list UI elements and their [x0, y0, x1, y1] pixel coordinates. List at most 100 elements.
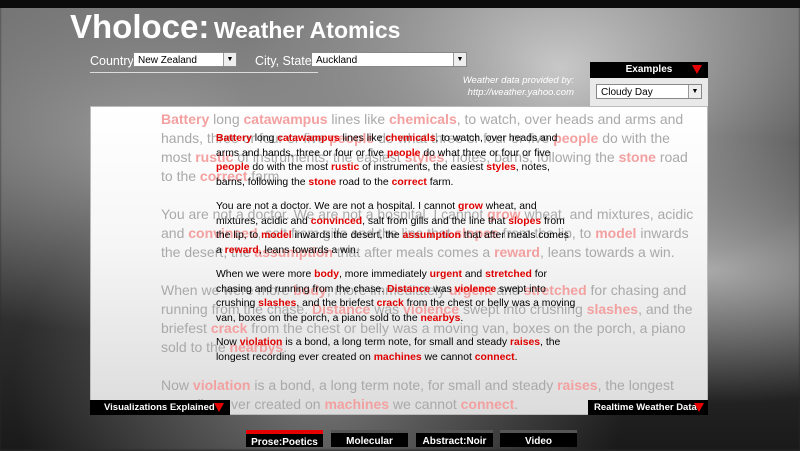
poem-text: , more immediately [339, 269, 430, 280]
visualizations-explained-bar[interactable]: Visualizations Explained [90, 400, 230, 415]
poem-keyword: Battery [216, 133, 252, 144]
poem-keyword: model [261, 230, 292, 241]
poem-keyword: people [216, 162, 250, 173]
city-select[interactable]: Auckland ▼ [311, 52, 467, 67]
tab-video[interactable]: Video [500, 430, 577, 447]
poem-stanza: Now violation is a bond, a long term not… [216, 336, 576, 365]
poem-keyword: chemicals [385, 133, 436, 144]
ghost-keyword: machines [324, 396, 390, 412]
poem-keyword: urgent [429, 269, 462, 280]
poem-keyword: connect [474, 351, 515, 363]
red-triangle-icon[interactable] [214, 403, 224, 412]
ghost-text: Now [161, 377, 193, 393]
poem-text: is a bond, a long term note, for small a… [282, 337, 510, 348]
poem-keyword: assumption [402, 230, 461, 241]
title-main: Vholoce: [70, 8, 210, 45]
ghost-keyword: stone [618, 149, 656, 165]
realtime-weather-label: Realtime Weather Data [594, 402, 697, 413]
poem-text: Battery long catawampus lines like chemi… [216, 132, 576, 375]
ghost-text: . [514, 396, 519, 412]
ghost-text: long [209, 111, 244, 127]
poem-keyword: Distance [386, 283, 431, 295]
poem-text: inwards the desert, the [291, 230, 403, 241]
ghost-text: we cannot [389, 396, 461, 412]
poetics-panel: Battery long catawampus lines like chemi… [90, 106, 708, 415]
poem-text: . [514, 351, 518, 363]
poem-text: do with the most [249, 162, 331, 173]
country-label: Country: [90, 54, 138, 68]
city-label: City, State: [255, 54, 316, 68]
chevron-down-icon[interactable]: ▼ [688, 85, 701, 98]
poem-keyword: violence [454, 283, 497, 295]
poem-keyword: crack [376, 298, 404, 309]
poem-text: , and the briefest [296, 298, 377, 309]
poem-keyword: nearbys [420, 312, 461, 324]
red-triangle-icon[interactable] [694, 403, 704, 412]
poem-text: road to the [336, 176, 392, 188]
poem-keyword: violation [239, 337, 283, 348]
location-divider [90, 72, 318, 73]
poem-text: , leans towards a win. [258, 244, 359, 256]
ghost-text: lines like [327, 111, 390, 127]
tab-prose-poetics[interactable]: Prose:Poetics [246, 430, 323, 448]
poem-keyword: machines [373, 351, 422, 363]
poem-text: long [251, 133, 278, 144]
poem-text: Now [216, 337, 240, 348]
tab-molecular[interactable]: Molecular [331, 430, 408, 447]
poem-keyword: slashes [258, 298, 297, 309]
poem-keyword: body [314, 269, 339, 280]
poem-keyword: rustic [330, 162, 360, 173]
chevron-down-icon[interactable]: ▼ [453, 53, 466, 66]
country-value: New Zealand [138, 55, 197, 66]
ghost-keyword: connect [460, 396, 515, 412]
poem-text: and [461, 269, 486, 280]
top-strip [0, 0, 800, 8]
ghost-keyword: violation [192, 377, 251, 393]
examples-title: Examples [625, 64, 673, 75]
red-triangle-icon[interactable] [692, 65, 702, 74]
examples-value: Cloudy Day [601, 87, 653, 98]
tab-abstract-noir[interactable]: Abstract:Noir [416, 430, 493, 447]
poem-keyword: correct [391, 176, 427, 188]
ghost-text: is a bond, a long term note, for small a… [250, 377, 558, 393]
poem-text: farm. [426, 176, 454, 188]
weather-credit: Weather data provided by: http://weather… [414, 75, 574, 99]
poem-keyword: stone [308, 176, 337, 188]
poem-text: , salt from gills and the line that [362, 215, 509, 227]
poem-keyword: grow [458, 201, 483, 212]
poem-text: . [460, 312, 464, 324]
city-value: Auckland [316, 55, 358, 66]
ghost-keyword: raises [557, 377, 598, 393]
poem-keyword: styles [486, 162, 516, 173]
examples-select[interactable]: Cloudy Day ▼ [596, 84, 702, 99]
poem-stanza: Battery long catawampus lines like chemi… [216, 132, 576, 190]
poem-text: of instruments, the easiest [359, 162, 487, 173]
credit-line1: Weather data provided by: [462, 75, 574, 86]
ghost-keyword: slashes [586, 301, 639, 317]
poem-keyword: raises [510, 337, 541, 348]
poem-keyword: slopes [508, 215, 542, 227]
poem-text: When we were more [216, 269, 315, 280]
ghost-keyword: chemicals [389, 111, 457, 127]
poem-keyword: catawampus [277, 133, 340, 144]
poem-text: You are not a doctor. We are not a hospi… [216, 201, 459, 212]
examples-header[interactable]: Examples [590, 62, 708, 78]
poem-text: do what three or four or five [420, 147, 551, 159]
examples-panel: Examples Cloudy Day ▼ [590, 62, 708, 106]
ghost-keyword: model [595, 225, 637, 241]
credit-link[interactable]: http://weather.yahoo.com [414, 87, 574, 99]
poem-stanza: When we were more body, more immediately… [216, 268, 576, 326]
poem-stanza: You are not a doctor. We are not a hospi… [216, 200, 576, 258]
poem-keyword: convinced [310, 215, 363, 227]
ghost-keyword: catawampus [243, 111, 328, 127]
country-select[interactable]: New Zealand ▼ [133, 52, 237, 67]
poem-text: was [430, 283, 455, 295]
ghost-keyword: Battery [161, 111, 210, 127]
poem-text: we cannot [421, 351, 475, 363]
title-sub: Weather Atomics [213, 17, 401, 43]
realtime-weather-bar[interactable]: Realtime Weather Data [588, 400, 708, 415]
poem-text: lines like [339, 133, 386, 144]
poem-keyword: stretched [485, 269, 532, 280]
chevron-down-icon[interactable]: ▼ [223, 53, 236, 66]
poem-keyword: reward [224, 244, 259, 256]
